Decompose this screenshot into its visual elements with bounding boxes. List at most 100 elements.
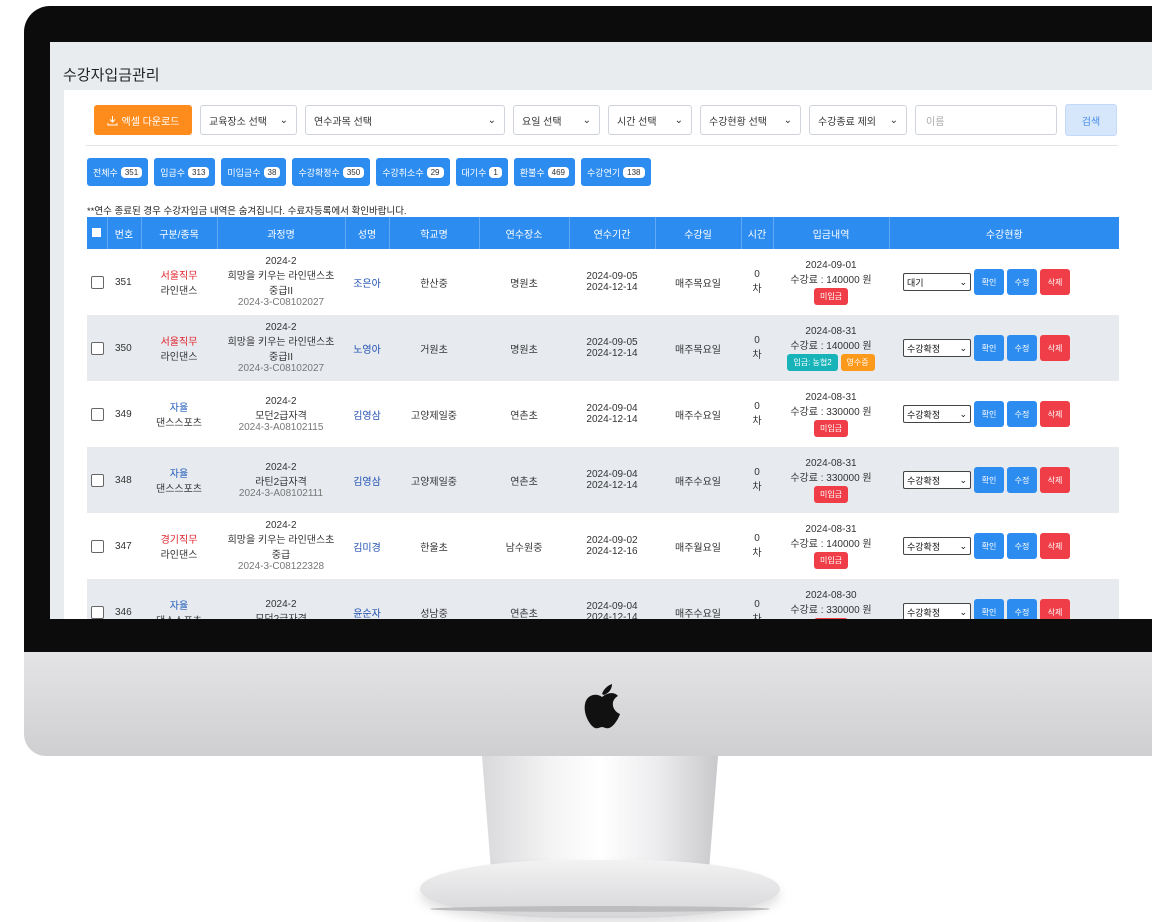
payment-fee: 수강료 : 330000 원 xyxy=(790,472,872,484)
class-day: 매주수요일 xyxy=(675,476,721,488)
stat-label: 미입금수 xyxy=(227,167,261,178)
period-end: 2024-12-16 xyxy=(586,546,638,557)
period-end: 2024-12-14 xyxy=(586,480,638,491)
edit-button[interactable]: 수정 xyxy=(1007,335,1037,361)
edit-button[interactable]: 수정 xyxy=(1007,269,1037,295)
course-year: 2024-2 xyxy=(265,256,297,267)
student-name-link[interactable]: 김영삼 xyxy=(353,477,381,488)
stat-postponed[interactable]: 수강연기 138 xyxy=(581,158,651,186)
location-select[interactable]: 교육장소 선택 ⌄ xyxy=(200,105,297,135)
delete-button[interactable]: 삭제 xyxy=(1040,335,1070,361)
student-name-link[interactable]: 김미경 xyxy=(353,543,381,554)
table-row: 346자율댄스스포츠2024-2모던2급자격윤순자성남중연촌초2024-09-0… xyxy=(87,579,1119,619)
time-select[interactable]: 시간 선택 ⌄ xyxy=(608,105,692,135)
period-end: 2024-12-14 xyxy=(586,612,638,619)
row-checkbox[interactable] xyxy=(87,381,107,447)
period-end: 2024-12-14 xyxy=(586,282,638,293)
status-dropdown[interactable]: 수강확정 ⌄ xyxy=(903,471,971,489)
edit-button[interactable]: 수정 xyxy=(1007,533,1037,559)
payment-fee: 수강료 : 140000 원 xyxy=(790,538,872,550)
payment-cell: 2024-08-30 수강료 : 330000 원미입금 xyxy=(773,579,889,619)
school: 성남중 xyxy=(420,608,448,620)
name-cell[interactable]: 노영아 xyxy=(345,315,389,381)
stat-confirmed[interactable]: 수강확정수 350 xyxy=(292,158,371,186)
status-cell: 대기 ⌄ 확인 수정 삭제 xyxy=(889,249,1119,315)
confirm-button[interactable]: 확인 xyxy=(974,335,1004,361)
payment-table: 번호 구분/종목 과정명 성명 학교명 연수장소 연수기간 수강일 시간 입금내… xyxy=(87,217,1119,619)
period-cell: 2024-09-04 2024-12-14 xyxy=(569,381,655,447)
delete-button[interactable]: 삭제 xyxy=(1040,401,1070,427)
stat-refund[interactable]: 환불수 469 xyxy=(513,158,576,186)
table-header: 번호 구분/종목 과정명 성명 학교명 연수장소 연수기간 수강일 시간 입금내… xyxy=(87,217,1119,249)
delete-button[interactable]: 삭제 xyxy=(1040,533,1070,559)
stat-count: 350 xyxy=(342,166,365,178)
course-cell: 2024-2 희망을 키우는 라인댄스초 중급II 2024-3-C08102027 xyxy=(217,249,345,315)
edit-button[interactable]: 수정 xyxy=(1007,599,1037,619)
status-cell: 수강확정 ⌄ 확인 수정 삭제 xyxy=(889,315,1119,381)
row-checkbox[interactable] xyxy=(87,315,107,381)
course-name: 희망을 키우는 라인댄스초 xyxy=(227,337,335,348)
student-name-link[interactable]: 김영삼 xyxy=(353,411,381,422)
school: 고양제일중 xyxy=(411,410,457,422)
confirm-button[interactable]: 확인 xyxy=(974,269,1004,295)
name-cell[interactable]: 김미경 xyxy=(345,513,389,579)
confirm-button[interactable]: 확인 xyxy=(974,401,1004,427)
course-code: 2024-3-A08102111 xyxy=(238,487,324,499)
name-cell[interactable]: 조은아 xyxy=(345,249,389,315)
row-checkbox[interactable] xyxy=(87,579,107,619)
status-select[interactable]: 수강현황 선택 ⌄ xyxy=(700,105,801,135)
day-select[interactable]: 요일 선택 ⌄ xyxy=(513,105,600,135)
stat-total[interactable]: 전체수 351 xyxy=(87,158,149,186)
period-cell: 2024-09-04 2024-12-14 xyxy=(569,579,655,619)
excel-download-button[interactable]: 엑셀 다운로드 xyxy=(94,105,192,135)
confirm-button[interactable]: 확인 xyxy=(974,467,1004,493)
student-name-link[interactable]: 노영아 xyxy=(353,345,381,356)
exclude-ended-select[interactable]: 수강종료 제외 ⌄ xyxy=(809,105,907,135)
student-name-link[interactable]: 윤순자 xyxy=(353,609,381,620)
stat-paid[interactable]: 입금수 313 xyxy=(154,158,216,186)
status-value: 수강확정 xyxy=(907,541,941,552)
time-value: 0 xyxy=(754,533,760,544)
stat-unpaid[interactable]: 미입금수 38 xyxy=(221,158,287,186)
stat-waiting[interactable]: 대기수 1 xyxy=(455,158,508,186)
payment-fee: 수강료 : 330000 원 xyxy=(790,604,872,616)
edit-button[interactable]: 수정 xyxy=(1007,401,1037,427)
status-dropdown[interactable]: 대기 ⌄ xyxy=(903,273,971,291)
confirm-button[interactable]: 확인 xyxy=(974,533,1004,559)
col-header: 학교명 xyxy=(388,217,479,249)
time-cell: 0차 xyxy=(741,579,773,619)
select-all-checkbox[interactable] xyxy=(87,217,107,249)
monitor-stand-foot xyxy=(420,860,780,918)
name-search-input[interactable]: 이름 xyxy=(915,105,1057,135)
table-row: 347 경기직무 라인댄스 2024-2 희망을 키우는 라인댄스초 중급 2024-3-C… xyxy=(87,513,1119,579)
stat-cancelled[interactable]: 수강취소수 29 xyxy=(376,158,450,186)
stat-label: 입금수 xyxy=(160,167,186,178)
search-button[interactable]: 검색 xyxy=(1065,104,1117,136)
name-cell[interactable]: 윤순자 xyxy=(345,579,389,620)
delete-button[interactable]: 삭제 xyxy=(1040,599,1070,619)
delete-button[interactable]: 삭제 xyxy=(1040,269,1070,295)
student-name-link[interactable]: 조은아 xyxy=(353,279,381,290)
period-start: 2024-09-04 xyxy=(586,601,638,612)
col-header: 수강현황 xyxy=(888,217,1119,249)
status-value: 대기 xyxy=(907,277,924,288)
delete-button[interactable]: 삭제 xyxy=(1040,467,1070,493)
status-dropdown[interactable]: 수강확정 ⌄ xyxy=(903,537,971,555)
divider xyxy=(86,145,1118,146)
confirm-button[interactable]: 확인 xyxy=(974,599,1004,619)
row-checkbox[interactable] xyxy=(87,513,107,579)
payment-badge: 미입금 xyxy=(813,419,849,437)
status-dropdown[interactable]: 수강확정 ⌄ xyxy=(903,405,971,423)
status-dropdown[interactable]: 수강확정 ⌄ xyxy=(903,339,971,357)
row-checkbox[interactable] xyxy=(87,447,107,513)
school: 한울초 xyxy=(420,542,448,554)
payment-cell: 2024-09-01 수강료 : 140000 원 미입금 xyxy=(773,249,889,315)
course-select[interactable]: 연수과목 선택 ⌄ xyxy=(305,105,505,135)
row-checkbox[interactable] xyxy=(87,249,107,315)
location-select-label: 교육장소 선택 xyxy=(209,116,267,128)
stat-count: 351 xyxy=(120,166,143,178)
status-dropdown[interactable]: 수강확정 ⌄ xyxy=(903,603,971,619)
edit-button[interactable]: 수정 xyxy=(1007,467,1037,493)
name-cell[interactable]: 김영삼 xyxy=(345,447,389,513)
name-cell[interactable]: 김영삼 xyxy=(345,381,389,447)
